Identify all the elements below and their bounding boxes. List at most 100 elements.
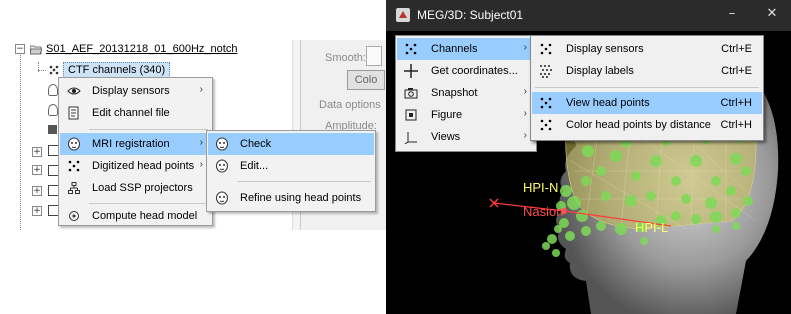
sensor-dots-icon [49, 65, 59, 75]
shortcut-label: Ctrl+H [720, 97, 752, 109]
window-titlebar: MEG/3D: Subject01 – ✕ [386, 0, 791, 31]
menu-item-views[interactable]: Views › [397, 126, 535, 148]
menu-item-view-head-points[interactable]: View head points Ctrl+H [532, 92, 762, 114]
menu-item-mri-registration[interactable]: MRI registration › [60, 133, 211, 155]
menu-item-label: View head points [566, 97, 650, 109]
expand-toggle[interactable]: + [32, 186, 42, 196]
shortcut-label: Ctrl+E [721, 65, 752, 77]
menu-item-label: Color head points by distance [566, 119, 711, 131]
dots-icon [538, 41, 554, 57]
menu-item-snapshot[interactable]: Snapshot › [397, 82, 535, 104]
colormap-button[interactable]: Colo [347, 70, 385, 90]
dots-icon [403, 41, 419, 57]
minimize-icon[interactable]: – [724, 6, 740, 22]
chevron-right-icon: › [199, 159, 203, 170]
mri-registration-submenu: Check Edit... Refine using head points [206, 130, 376, 212]
menu-separator [89, 129, 208, 130]
head-icon [214, 190, 230, 206]
figure-window: HPI-N Nasion HPI-L MEG/3D: Subject01 – ✕… [386, 0, 791, 314]
expand-toggle[interactable]: + [32, 147, 42, 157]
labels-icon [538, 63, 554, 79]
selected-channel-node[interactable]: CTF channels (340) [63, 62, 171, 78]
menu-item-edit-channel-file[interactable]: Edit channel file [60, 102, 211, 124]
smooth-slider[interactable] [366, 46, 382, 66]
expand-toggle[interactable]: + [32, 165, 42, 175]
shortcut-label: Ctrl+H [720, 119, 752, 131]
dots-icon [66, 158, 82, 174]
tree-guide-line [38, 70, 46, 71]
chevron-right-icon: › [523, 108, 527, 119]
hpi-l-label: HPI-L [635, 220, 669, 235]
subject-node-label[interactable]: S01_AEF_20131218_01_600Hz_notch [46, 43, 237, 55]
expand-toggle[interactable]: + [32, 206, 42, 216]
menu-item-load-ssp-projectors[interactable]: Load SSP projectors [60, 177, 211, 199]
menu-item-label: Edit... [240, 160, 269, 172]
head-icon [214, 158, 230, 174]
tree-item-icon [48, 104, 58, 116]
crosshair-icon [403, 63, 419, 79]
menu-separator [535, 87, 759, 88]
menu-item-label: Edit channel file [92, 107, 170, 119]
figure-icon [403, 107, 419, 123]
menu-item-digitized-head-points[interactable]: Digitized head points › [60, 155, 211, 177]
menu-item-label: Compute head model [92, 210, 198, 222]
menu-separator [89, 203, 208, 204]
menu-item-label: MRI registration [92, 138, 170, 150]
folder-open-icon [30, 45, 42, 55]
data-options-label: Data options [319, 99, 381, 111]
menu-item-color-head-points-by-distance[interactable]: Color head points by distance Ctrl+H [532, 114, 762, 136]
camera-icon [403, 85, 419, 101]
menu-item-label: Channels [431, 43, 478, 55]
channel-context-menu: Display sensors › Edit channel file MRI … [58, 77, 213, 226]
head-icon [214, 136, 230, 152]
nasion-label: Nasion [523, 204, 564, 219]
app-logo-icon [396, 8, 410, 22]
menu-item-check[interactable]: Check [208, 133, 374, 155]
chevron-right-icon: › [523, 130, 527, 141]
menu-item-edit[interactable]: Edit... [208, 155, 374, 177]
eye-icon [66, 83, 82, 99]
model-icon [66, 208, 82, 224]
edit-file-icon [66, 105, 82, 121]
window-title: MEG/3D: Subject01 [417, 8, 524, 22]
hpi-n-label: HPI-N [523, 180, 559, 195]
menu-item-get-coordinates[interactable]: Get coordinates... [397, 60, 535, 82]
figure-popup-menu: Channels › Get coordinates... Snapshot ›… [395, 35, 537, 152]
menu-item-label: Display sensors [92, 85, 170, 97]
head-icon [66, 136, 82, 152]
menu-item-label: Get coordinates... [431, 65, 518, 77]
chevron-right-icon: › [199, 84, 203, 95]
menu-item-compute-head-model[interactable]: Compute head model [60, 207, 211, 225]
chevron-right-icon: › [523, 86, 527, 97]
shortcut-label: Ctrl+E [721, 43, 752, 55]
chevron-right-icon: › [523, 42, 527, 53]
collapse-toggle[interactable]: − [15, 44, 25, 54]
menu-item-label: Check [240, 138, 272, 150]
chevron-right-icon: › [199, 137, 203, 148]
menu-item-label: Refine using head points [240, 192, 362, 204]
tree-guide-line [20, 55, 21, 230]
tree-item-icon [48, 125, 57, 134]
menu-item-refine-using-head-points[interactable]: Refine using head points [208, 187, 374, 209]
axes-icon [403, 129, 419, 145]
dots-icon [538, 95, 554, 111]
tree-icon [66, 180, 82, 196]
menu-item-figure[interactable]: Figure › [397, 104, 535, 126]
smooth-label: Smooth: [325, 52, 366, 64]
menu-item-label: Load SSP projectors [92, 182, 193, 194]
menu-separator [237, 181, 371, 182]
menu-item-label: Display sensors [566, 43, 644, 55]
menu-item-label: Snapshot [431, 87, 478, 99]
tree-item-icon [48, 84, 58, 96]
menu-item-label: Display labels [566, 65, 634, 77]
menu-item-label: Digitized head points [92, 160, 195, 172]
menu-item-display-sensors[interactable]: Display sensors › [60, 80, 211, 102]
menu-item-label: Figure [431, 109, 463, 121]
database-explorer-panel: − S01_AEF_20131218_01_600Hz_notch CTF ch… [0, 0, 386, 314]
menu-item-label: Views [431, 131, 461, 143]
menu-item-channels[interactable]: Channels › [397, 38, 535, 60]
close-icon[interactable]: ✕ [764, 6, 780, 22]
menu-item-display-labels[interactable]: Display labels Ctrl+E [532, 60, 762, 82]
dots-icon [538, 117, 554, 133]
menu-item-display-sensors[interactable]: Display sensors Ctrl+E [532, 38, 762, 60]
